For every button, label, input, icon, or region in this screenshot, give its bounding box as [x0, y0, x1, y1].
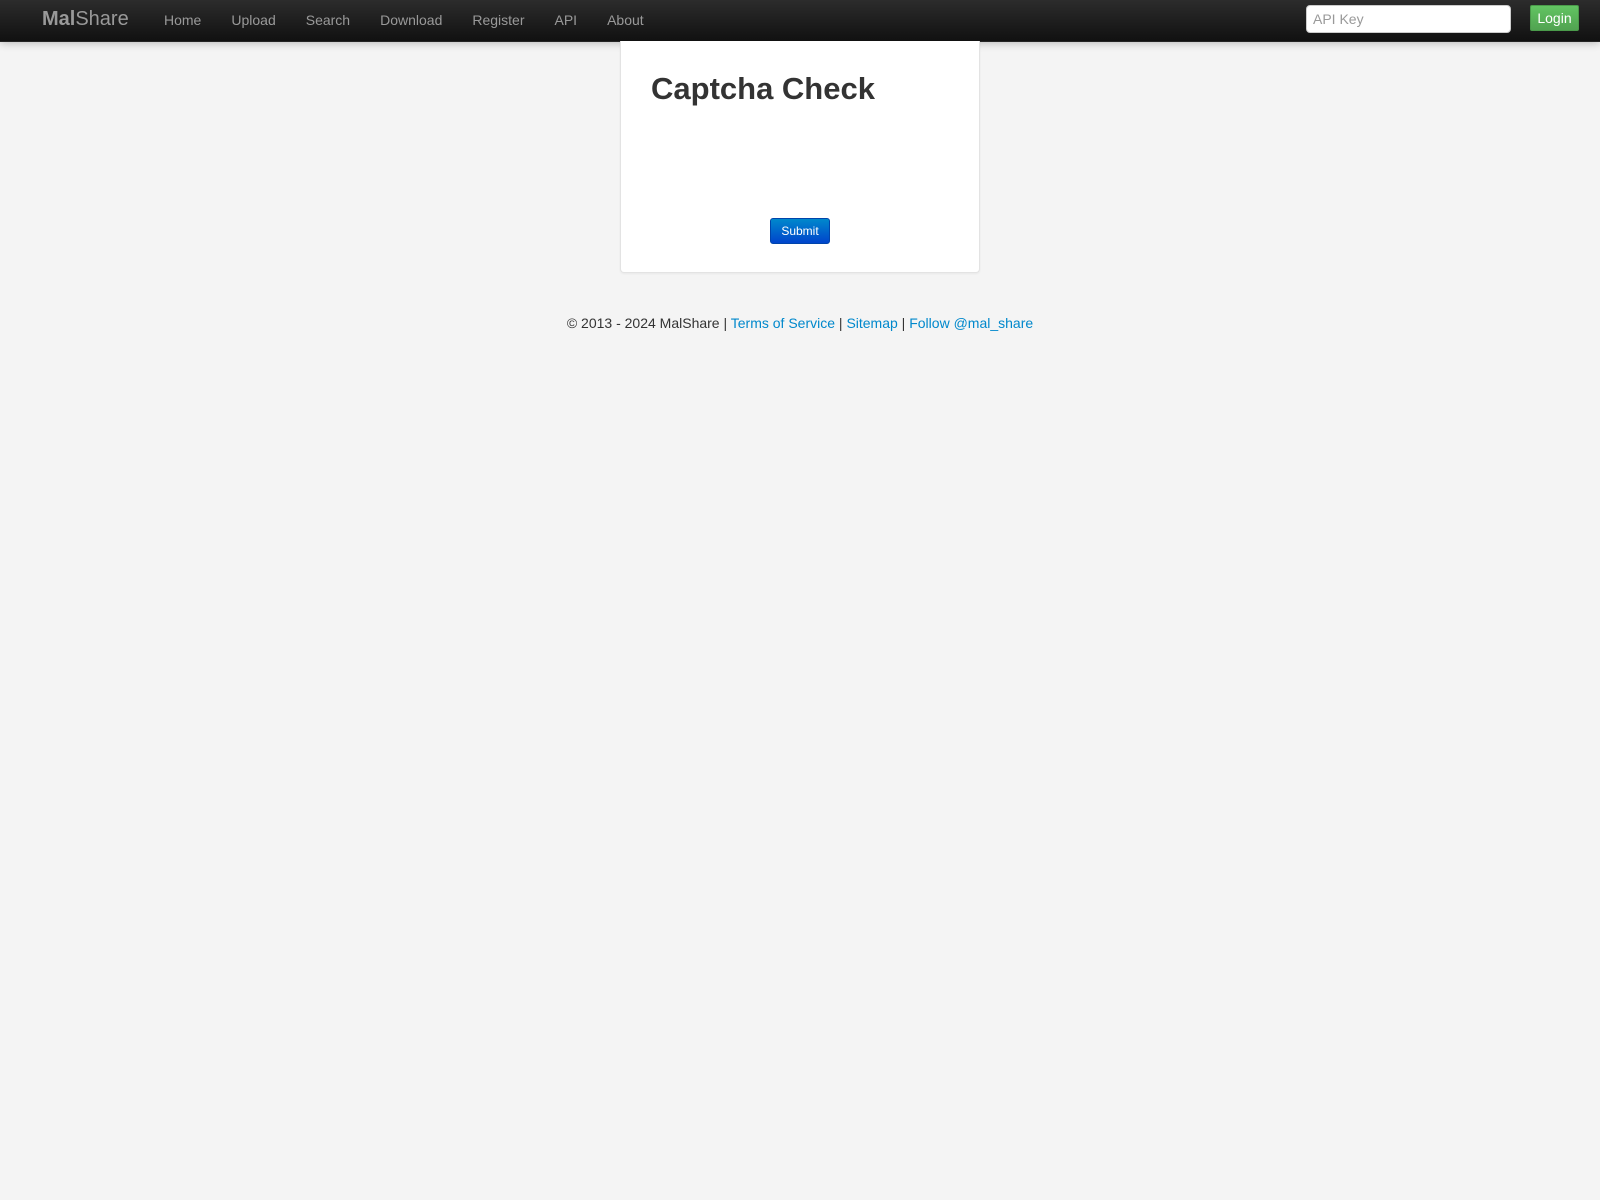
- nav-api[interactable]: API: [540, 0, 593, 41]
- footer-separator: |: [719, 315, 731, 331]
- nav-home[interactable]: Home: [149, 0, 216, 41]
- top-navbar: MalShare Home Upload Search Download Reg…: [0, 0, 1600, 42]
- footer-separator: |: [835, 315, 847, 331]
- submit-button[interactable]: Submit: [770, 218, 830, 244]
- copyright-text: © 2013 - 2024 MalShare: [566, 315, 720, 331]
- login-button[interactable]: Login: [1530, 5, 1579, 31]
- nav-menu: Home Upload Search Download Register API…: [149, 0, 659, 41]
- nav-search[interactable]: Search: [291, 0, 365, 41]
- brand-rest-text: Share: [75, 8, 129, 30]
- footer-separator: |: [897, 315, 910, 331]
- nav-upload[interactable]: Upload: [216, 0, 290, 41]
- nav-about[interactable]: About: [592, 0, 659, 41]
- page-title: Captcha Check: [651, 71, 875, 106]
- terms-of-service-link[interactable]: Terms of Service: [731, 315, 835, 331]
- nav-download[interactable]: Download: [365, 0, 457, 41]
- brand-bold-text: Mal: [42, 8, 76, 30]
- twitter-follow-link[interactable]: Follow @mal_share: [909, 315, 1033, 331]
- nav-register[interactable]: Register: [457, 0, 539, 41]
- api-key-input[interactable]: [1306, 5, 1511, 33]
- sitemap-link[interactable]: Sitemap: [846, 315, 897, 331]
- captcha-card: Captcha Check Submit: [620, 41, 980, 273]
- brand-logo[interactable]: MalShare: [42, 8, 129, 31]
- footer: © 2013 - 2024 MalShare | Terms of Servic…: [0, 315, 1600, 331]
